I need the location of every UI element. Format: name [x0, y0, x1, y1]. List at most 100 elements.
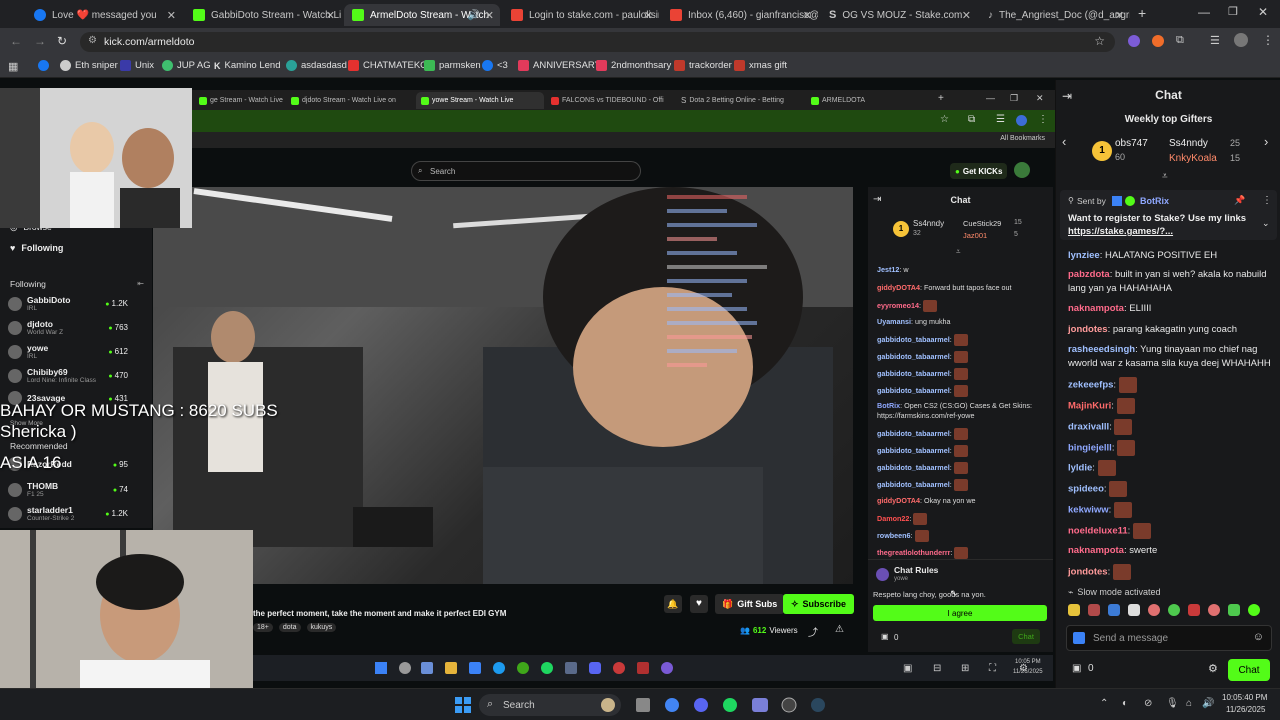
chat-username[interactable]: gabbidoto_tabaarmel: [877, 352, 950, 361]
bookmark-xmas-gift[interactable]: xmas gift: [734, 60, 787, 71]
bot-command-icon[interactable]: [1073, 632, 1085, 644]
chat-username[interactable]: thegreatlolothunderrr: [877, 548, 950, 557]
close-window-button[interactable]: ✕: [1258, 5, 1268, 19]
chat-username[interactable]: rasheeedsingh: [1068, 344, 1135, 355]
bookmark-jup-ag[interactable]: JUP AG: [162, 60, 211, 71]
chat-username[interactable]: lyldie: [1068, 463, 1092, 474]
expand-icon[interactable]: ⩡: [1162, 171, 1168, 182]
close-icon[interactable]: ✕: [803, 9, 812, 22]
emoji-icon[interactable]: ☺: [1253, 631, 1264, 643]
kick-search-input[interactable]: ⌕ Search: [411, 161, 641, 181]
chevron-down-icon[interactable]: ⌄: [1262, 218, 1270, 229]
user-avatar[interactable]: [1014, 162, 1030, 178]
apps-grid-icon[interactable]: ▦: [8, 60, 18, 73]
inner-tab[interactable]: S Dota 2 Betting Online - Betting: [676, 92, 804, 109]
unpin-icon[interactable]: 📌: [1234, 195, 1245, 206]
notification-bell-button[interactable]: 🔔: [664, 595, 682, 613]
close-icon[interactable]: ✕: [1115, 9, 1124, 22]
report-icon[interactable]: ⚠: [835, 624, 844, 635]
bookmark-unix[interactable]: Unix: [120, 60, 154, 71]
follow-heart-button[interactable]: ♥: [690, 595, 708, 613]
metamask-icon[interactable]: [1152, 35, 1164, 47]
close-icon[interactable]: ✕: [485, 9, 494, 22]
prev-arrow-icon[interactable]: ‹: [1062, 134, 1066, 149]
bookmark-heart[interactable]: <3: [482, 60, 508, 71]
sidebar-channel[interactable]: yoweIRL 612: [8, 343, 148, 360]
following-nav[interactable]: ♥ Following: [10, 243, 63, 253]
chat-username[interactable]: naknampota: [1068, 303, 1124, 314]
sidebar-channel[interactable]: starladder1Counter-Strike 2 1.2K: [8, 505, 148, 522]
chat-username[interactable]: BotRix: [877, 401, 900, 410]
tab-armeldoto[interactable]: ArmelDoto Stream - Watch 🔊 ✕: [344, 4, 500, 26]
tab-gabbidoto[interactable]: GabbiDoto Stream - Watch Live ✕: [185, 4, 341, 26]
new-tab-button[interactable]: +: [1138, 5, 1146, 21]
close-icon[interactable]: ✕: [167, 9, 176, 22]
chat-username[interactable]: Uyamansi: [877, 317, 911, 326]
chat-username[interactable]: jondotes: [1068, 567, 1108, 578]
chat-username[interactable]: gabbidoto_tabaarmel: [877, 480, 950, 489]
sidebar-channel[interactable]: THOMBF1 25 74: [8, 481, 148, 498]
chat-username[interactable]: gabbidoto_tabaarmel: [877, 446, 950, 455]
next-arrow-icon[interactable]: ›: [1264, 134, 1268, 149]
settings-icon[interactable]: ⚙: [1208, 662, 1218, 675]
tab-tiktok[interactable]: ♪ The_Angriest_Doc (@d_angrie ✕: [980, 4, 1130, 26]
sidebar-channel[interactable]: Chibiby69Lord Nine: Infinite Class 470: [8, 367, 148, 384]
chat-username[interactable]: draxivalll: [1068, 422, 1109, 433]
more-options-icon[interactable]: ⋮: [1262, 195, 1272, 206]
bookmark-chatmateko[interactable]: CHATMATEKO: [348, 60, 428, 71]
chat-username[interactable]: pabzdota: [1068, 269, 1110, 280]
chat-username[interactable]: MajinKuri: [1068, 401, 1111, 412]
inner-tab[interactable]: ARMELDOTA: [806, 92, 934, 109]
collapse-icon[interactable]: ⇤: [137, 279, 144, 288]
bookmark-trackorder[interactable]: trackorder: [674, 60, 732, 71]
chat-input[interactable]: Send a message ☺: [1066, 625, 1272, 651]
chat-username[interactable]: spideeo: [1068, 484, 1104, 495]
chat-username[interactable]: lynziee: [1068, 250, 1100, 261]
chat-username[interactable]: gabbidoto_tabaarmel: [877, 463, 950, 472]
tag-chip[interactable]: kukuys: [306, 623, 337, 632]
tag-chip[interactable]: 18+: [253, 623, 273, 632]
chevron-up-icon[interactable]: ⌃: [1100, 698, 1108, 709]
chat-username[interactable]: eyyromeo14: [877, 301, 919, 310]
tray-icon[interactable]: ▣: [903, 663, 912, 674]
inner-tab[interactable]: djdoto Stream - Watch Live on: [286, 92, 414, 109]
extensions-icon[interactable]: ⧉: [1176, 34, 1184, 47]
chat-username[interactable]: zekeeefps: [1068, 380, 1113, 391]
inner-close-button[interactable]: ✕: [1036, 93, 1044, 104]
subscribe-button[interactable]: ✧ Subscribe: [783, 594, 855, 614]
profile-avatar[interactable]: [1016, 115, 1027, 126]
chat-username[interactable]: jondotes: [1068, 324, 1108, 335]
bookmark-asdasdasd[interactable]: asdasdasd: [286, 60, 347, 71]
chat-username[interactable]: gabbidoto_tabaarmel: [877, 335, 950, 344]
tray-icon[interactable]: ⊟: [933, 663, 941, 674]
microphone-icon[interactable]: 🎙: [1166, 698, 1179, 709]
more-menu-icon[interactable]: ⋮: [1038, 114, 1048, 125]
chat-username[interactable]: Damon22: [877, 514, 909, 523]
speaker-icon[interactable]: 🔊: [468, 10, 480, 21]
agree-button[interactable]: I agree: [873, 605, 1047, 621]
forward-icon[interactable]: →: [34, 34, 46, 48]
chat-username[interactable]: naknampota: [1068, 545, 1124, 556]
gift-subs-button[interactable]: 🎁 Gift Subs: [715, 594, 785, 614]
chat-send-button[interactable]: Chat: [1228, 659, 1270, 681]
bookmark-2ndmonthsary[interactable]: 2ndmonthsary: [596, 60, 671, 71]
inner-maximize-button[interactable]: ❐: [1010, 93, 1018, 104]
inner-tab[interactable]: ge Stream - Watch Live: [194, 92, 284, 109]
inner-chat-send-button[interactable]: Chat: [1012, 629, 1040, 644]
close-icon[interactable]: ✕: [644, 9, 653, 22]
tab-inbox[interactable]: Inbox (6,460) - gianfrancisc@gr ✕: [662, 4, 818, 26]
chat-username[interactable]: gabbidoto_tabaarmel: [877, 386, 950, 395]
chest-icon[interactable]: ▣: [1072, 663, 1081, 674]
chat-username[interactable]: rowbeen6: [877, 531, 911, 540]
chat-username[interactable]: Jest12: [877, 265, 899, 274]
profile-avatar[interactable]: [1234, 33, 1248, 47]
get-kicks-button[interactable]: ● Get KICKs: [950, 163, 1008, 179]
more-menu-icon[interactable]: ⋮: [1262, 33, 1274, 47]
inner-new-tab-button[interactable]: +: [938, 93, 944, 104]
chat-username[interactable]: giddyDOTA4: [877, 283, 920, 292]
chat-username[interactable]: gabbidoto_tabaarmel: [877, 429, 950, 438]
extensions-icon[interactable]: ⧉: [968, 114, 975, 125]
inner-tab-active[interactable]: yowe Stream - Watch Live: [416, 92, 544, 109]
bookmark-anniversary[interactable]: ANNIVERSARY: [518, 60, 601, 71]
maximize-button[interactable]: ❐: [1228, 5, 1238, 18]
